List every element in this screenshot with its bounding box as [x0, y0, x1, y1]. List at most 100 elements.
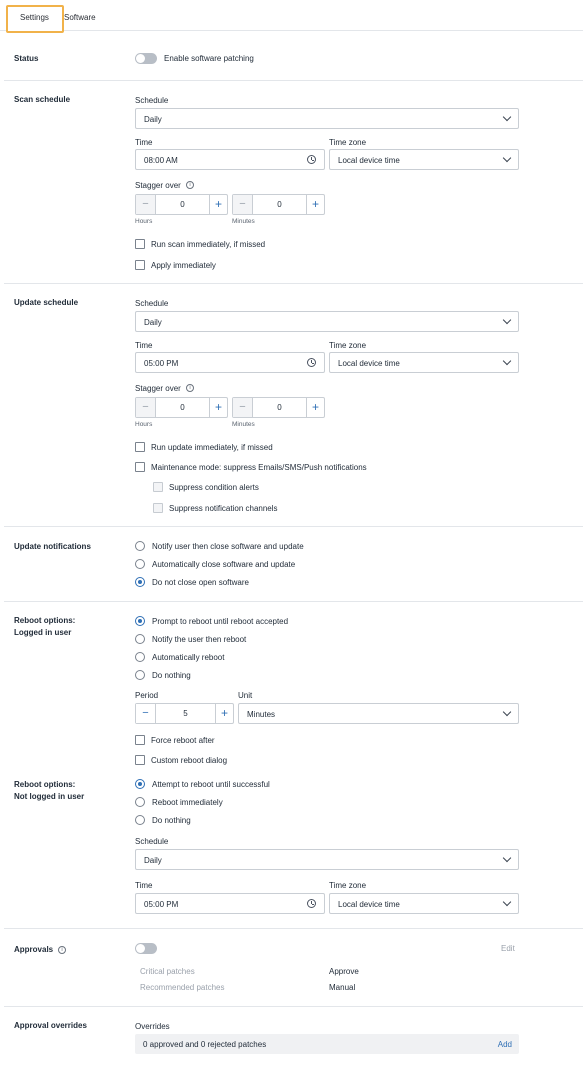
- period-value: 5: [183, 709, 188, 718]
- reboot-schedule-select[interactable]: Daily: [135, 849, 519, 870]
- minus-icon[interactable]: −: [233, 195, 253, 214]
- scan-schedule-select[interactable]: Daily: [135, 108, 519, 129]
- prompt-reboot-radio[interactable]: [135, 616, 145, 626]
- minus-icon[interactable]: −: [233, 398, 253, 417]
- approvals-edit-link[interactable]: Edit: [501, 944, 515, 953]
- notify-reboot-radio[interactable]: [135, 634, 145, 644]
- scan-minutes-value: 0: [277, 200, 282, 209]
- info-icon[interactable]: i: [58, 946, 66, 954]
- update-stagger-label: Stagger over: [135, 384, 181, 393]
- do-nothing-logged-label: Do nothing: [152, 671, 191, 680]
- enable-patching-label: Enable software patching: [164, 54, 254, 63]
- chevron-down-icon: [502, 153, 512, 163]
- update-schedule-label: Update schedule: [14, 298, 79, 307]
- divider: [4, 283, 583, 284]
- plus-icon[interactable]: +: [209, 195, 227, 214]
- period-stepper[interactable]: − 5 +: [135, 703, 234, 724]
- update-time-value: 05:00 PM: [144, 359, 179, 368]
- reboot-timezone-select[interactable]: Local device time: [329, 893, 519, 914]
- approvals-toggle[interactable]: [135, 943, 157, 954]
- attempt-reboot-radio[interactable]: [135, 779, 145, 789]
- update-run-missed-label: Run update immediately, if missed: [151, 443, 273, 452]
- do-nothing-not-logged-label: Do nothing: [152, 816, 191, 825]
- chevron-down-icon: [502, 707, 512, 717]
- scan-time-value: 08:00 AM: [144, 156, 178, 165]
- scan-hours-caption: Hours: [135, 218, 153, 225]
- force-reboot-checkbox[interactable]: [135, 735, 145, 745]
- update-timezone-select[interactable]: Local device time: [329, 352, 519, 373]
- scan-timezone-value: Local device time: [338, 156, 400, 165]
- scan-timezone-select[interactable]: Local device time: [329, 149, 519, 170]
- reboot-schedule-label: Schedule: [135, 837, 169, 846]
- reboot-logged-label-2: Logged in user: [14, 628, 72, 637]
- approval-overrides-label: Approval overrides: [14, 1021, 87, 1030]
- chevron-down-icon: [502, 315, 512, 325]
- scan-time-input[interactable]: 08:00 AM: [135, 149, 325, 170]
- chevron-down-icon: [502, 356, 512, 366]
- reboot-not-logged-label-1: Reboot options:: [14, 780, 76, 789]
- maintenance-mode-checkbox[interactable]: [135, 462, 145, 472]
- apply-immediately-checkbox[interactable]: [135, 260, 145, 270]
- clock-icon: [307, 358, 316, 367]
- enable-patching-toggle[interactable]: [135, 53, 157, 64]
- status-section-label: Status: [14, 54, 39, 63]
- plus-icon[interactable]: +: [306, 398, 324, 417]
- unit-select[interactable]: Minutes: [238, 703, 519, 724]
- plus-icon[interactable]: +: [209, 398, 227, 417]
- unit-label: Unit: [238, 691, 253, 700]
- plus-icon[interactable]: +: [215, 704, 233, 723]
- plus-icon[interactable]: +: [306, 195, 324, 214]
- update-hours-caption: Hours: [135, 421, 153, 428]
- auto-close-radio[interactable]: [135, 559, 145, 569]
- custom-dialog-checkbox[interactable]: [135, 755, 145, 765]
- clock-icon: [307, 899, 316, 908]
- suppress-condition-checkbox[interactable]: [153, 482, 163, 492]
- prompt-reboot-label: Prompt to reboot until reboot accepted: [152, 617, 289, 626]
- minus-icon[interactable]: −: [136, 704, 156, 723]
- do-not-close-radio[interactable]: [135, 577, 145, 587]
- suppress-channels-checkbox[interactable]: [153, 503, 163, 513]
- divider: [4, 601, 583, 602]
- reboot-logged-label-1: Reboot options:: [14, 616, 76, 625]
- reboot-time-value: 05:00 PM: [144, 900, 179, 909]
- scan-run-missed-checkbox[interactable]: [135, 239, 145, 249]
- scan-time-label: Time: [135, 138, 153, 147]
- do-nothing-not-logged-radio[interactable]: [135, 815, 145, 825]
- reboot-time-input[interactable]: 05:00 PM: [135, 893, 325, 914]
- info-icon[interactable]: i: [186, 384, 194, 392]
- info-icon[interactable]: i: [186, 181, 194, 189]
- chevron-down-icon: [502, 897, 512, 907]
- notify-close-radio[interactable]: [135, 541, 145, 551]
- reboot-timezone-value: Local device time: [338, 900, 400, 909]
- minus-icon[interactable]: −: [136, 398, 156, 417]
- do-nothing-logged-radio[interactable]: [135, 670, 145, 680]
- reboot-immediately-radio[interactable]: [135, 797, 145, 807]
- reboot-time-label: Time: [135, 881, 153, 890]
- add-override-link[interactable]: Add: [498, 1040, 512, 1049]
- custom-dialog-label: Custom reboot dialog: [151, 756, 228, 765]
- tab-settings[interactable]: Settings: [20, 13, 49, 22]
- reboot-not-logged-label-2: Not logged in user: [14, 792, 85, 801]
- divider: [4, 1006, 583, 1007]
- minus-icon[interactable]: −: [136, 195, 156, 214]
- notify-close-label: Notify user then close software and upda…: [152, 542, 304, 551]
- tab-software[interactable]: Software: [64, 13, 96, 22]
- update-minutes-stepper[interactable]: − 0 +: [232, 397, 325, 418]
- update-schedule-value: Daily: [144, 318, 162, 327]
- attempt-reboot-label: Attempt to reboot until successful: [152, 780, 270, 789]
- scan-minutes-caption: Minutes: [232, 218, 255, 225]
- scan-hours-stepper[interactable]: − 0 +: [135, 194, 228, 215]
- update-hours-stepper[interactable]: − 0 +: [135, 397, 228, 418]
- update-run-missed-checkbox[interactable]: [135, 442, 145, 452]
- auto-close-label: Automatically close software and update: [152, 560, 296, 569]
- update-time-input[interactable]: 05:00 PM: [135, 352, 325, 373]
- do-not-close-label: Do not close open software: [152, 578, 249, 587]
- recommended-patches-value: Manual: [329, 983, 356, 992]
- scan-minutes-stepper[interactable]: − 0 +: [232, 194, 325, 215]
- update-schedule-field-label: Schedule: [135, 299, 169, 308]
- auto-reboot-radio[interactable]: [135, 652, 145, 662]
- unit-value: Minutes: [247, 710, 276, 719]
- update-schedule-select[interactable]: Daily: [135, 311, 519, 332]
- update-time-label: Time: [135, 341, 153, 350]
- suppress-channels-label: Suppress notification channels: [169, 504, 278, 513]
